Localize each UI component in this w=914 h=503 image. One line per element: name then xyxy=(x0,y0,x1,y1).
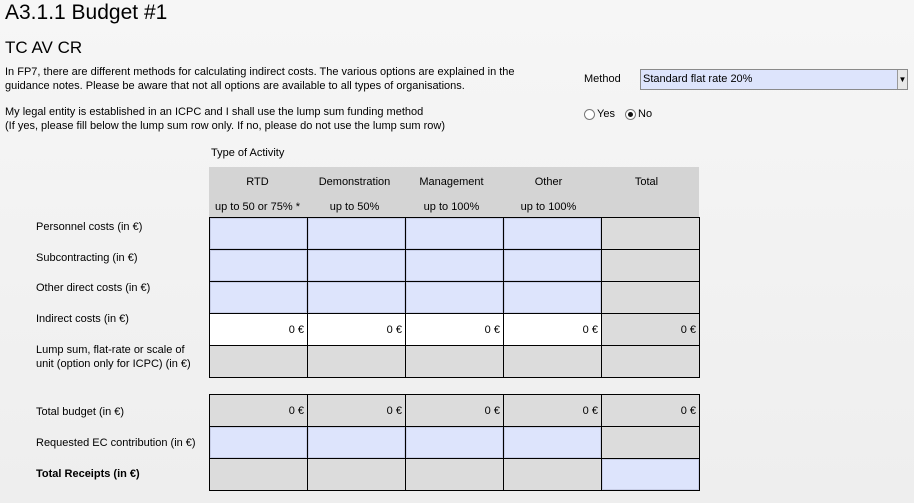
column-header-demonstration: Demonstration xyxy=(318,176,391,188)
chevron-down-icon[interactable]: ▼ xyxy=(897,70,907,89)
lump-sum-total-cell xyxy=(600,345,701,378)
indirect-total-value: 0 € xyxy=(600,313,701,346)
column-header-management: Management xyxy=(419,176,484,188)
receipts-total-input[interactable] xyxy=(600,458,701,491)
intro-line-2: guidance notes. Please be aware that not… xyxy=(5,80,465,92)
row-label-lump-sum-line-1: Lump sum, flat-rate or scale of xyxy=(36,344,185,356)
total-budget-rtd-value: 0 € xyxy=(209,394,308,427)
type-of-activity-label: Type of Activity xyxy=(211,147,285,159)
total-budget-other-value: 0 € xyxy=(502,394,602,427)
table-row-personnel xyxy=(209,217,701,250)
indirect-management-value: 0 € xyxy=(404,313,504,346)
receipts-management-cell xyxy=(404,458,504,491)
method-select-value: Standard flat rate 20% xyxy=(643,73,753,85)
table-row-other-direct xyxy=(209,281,701,314)
row-label-total-budget: Total budget (in €) xyxy=(36,406,125,418)
table-row-receipts xyxy=(209,458,701,491)
personnel-management-input[interactable] xyxy=(404,217,504,250)
receipts-other-cell xyxy=(502,458,602,491)
subcontracting-rtd-input[interactable] xyxy=(209,249,308,282)
row-label-subcontracting: Subcontracting (in €) xyxy=(36,252,138,264)
other-direct-other-input[interactable] xyxy=(502,281,602,314)
icpc-line-2: (If yes, please fill below the lump sum … xyxy=(5,120,445,132)
other-direct-total-cell xyxy=(600,281,701,314)
table-row-total-budget: 0 € 0 € 0 € 0 € 0 € xyxy=(209,394,701,427)
column-header-rtd: RTD xyxy=(246,176,269,188)
row-label-lump-sum: Lump sum, flat-rate or scale of unit (op… xyxy=(36,343,191,371)
indirect-other-value: 0 € xyxy=(502,313,602,346)
method-select[interactable]: Standard flat rate 20% ▼ xyxy=(640,69,908,90)
row-label-receipts: Total Receipts (in €) xyxy=(36,468,140,480)
radio-yes-icon[interactable] xyxy=(584,108,595,120)
indirect-rtd-value: 0 € xyxy=(209,313,308,346)
requested-rtd-input[interactable] xyxy=(209,426,308,459)
page-title: A3.1.1 Budget #1 xyxy=(5,1,168,24)
subcontracting-other-input[interactable] xyxy=(502,249,602,282)
lump-sum-management-cell xyxy=(404,345,504,378)
page-subtitle: TC AV CR xyxy=(5,38,83,57)
table-row-lump-sum xyxy=(209,345,701,378)
intro-text: In FP7, there are different methods for … xyxy=(5,65,515,93)
method-label: Method xyxy=(584,73,621,85)
total-budget-demonstration-value: 0 € xyxy=(306,394,406,427)
row-label-indirect: Indirect costs (in €) xyxy=(36,313,129,325)
column-sub-management: up to 100% xyxy=(423,201,480,213)
personnel-other-input[interactable] xyxy=(502,217,602,250)
receipts-demonstration-cell xyxy=(306,458,406,491)
requested-management-input[interactable] xyxy=(404,426,504,459)
receipts-rtd-cell xyxy=(209,458,308,491)
subcontracting-total-cell xyxy=(600,249,701,282)
column-sub-other: up to 100% xyxy=(520,201,577,213)
column-sub-demonstration: up to 50% xyxy=(329,201,380,213)
personnel-demonstration-input[interactable] xyxy=(306,217,406,250)
radio-yes[interactable]: Yes xyxy=(584,108,615,120)
requested-total-cell xyxy=(600,426,701,459)
other-direct-rtd-input[interactable] xyxy=(209,281,308,314)
radio-no[interactable]: No xyxy=(625,108,652,120)
subcontracting-management-input[interactable] xyxy=(404,249,504,282)
requested-other-input[interactable] xyxy=(502,426,602,459)
other-direct-management-input[interactable] xyxy=(404,281,504,314)
lump-sum-demonstration-cell xyxy=(306,345,406,378)
radio-no-label: No xyxy=(638,108,653,120)
table-row-indirect: 0 € 0 € 0 € 0 € 0 € xyxy=(209,313,701,346)
intro-line-1: In FP7, there are different methods for … xyxy=(5,66,515,78)
radio-no-icon[interactable] xyxy=(625,108,636,120)
column-sub-rtd: up to 50 or 75% * xyxy=(214,201,300,213)
column-header-other: Other xyxy=(534,176,563,188)
totals-table: 0 € 0 € 0 € 0 € 0 € xyxy=(209,394,701,491)
radio-yes-label: Yes xyxy=(597,108,615,120)
requested-demonstration-input[interactable] xyxy=(306,426,406,459)
row-label-lump-sum-line-2: unit (option only for ICPC) (in €) xyxy=(36,358,191,370)
row-label-personnel: Personnel costs (in €) xyxy=(36,221,143,233)
table-row-requested xyxy=(209,426,701,459)
personnel-total-cell xyxy=(600,217,701,250)
indirect-demonstration-value: 0 € xyxy=(306,313,406,346)
table-row-subcontracting xyxy=(209,249,701,282)
icpc-text: My legal entity is established in an ICP… xyxy=(5,105,445,133)
other-direct-demonstration-input[interactable] xyxy=(306,281,406,314)
total-budget-total-value: 0 € xyxy=(600,394,701,427)
budget-table: 0 € 0 € 0 € 0 € 0 € xyxy=(209,217,701,378)
total-budget-management-value: 0 € xyxy=(404,394,504,427)
lump-sum-other-cell xyxy=(502,345,602,378)
subcontracting-demonstration-input[interactable] xyxy=(306,249,406,282)
personnel-rtd-input[interactable] xyxy=(209,217,308,250)
row-label-other-direct: Other direct costs (in €) xyxy=(36,282,151,294)
icpc-line-1: My legal entity is established in an ICP… xyxy=(5,106,424,118)
lump-sum-rtd-cell xyxy=(209,345,308,378)
row-label-requested: Requested EC contribution (in €) xyxy=(36,437,196,449)
column-header-total: Total xyxy=(634,176,659,188)
